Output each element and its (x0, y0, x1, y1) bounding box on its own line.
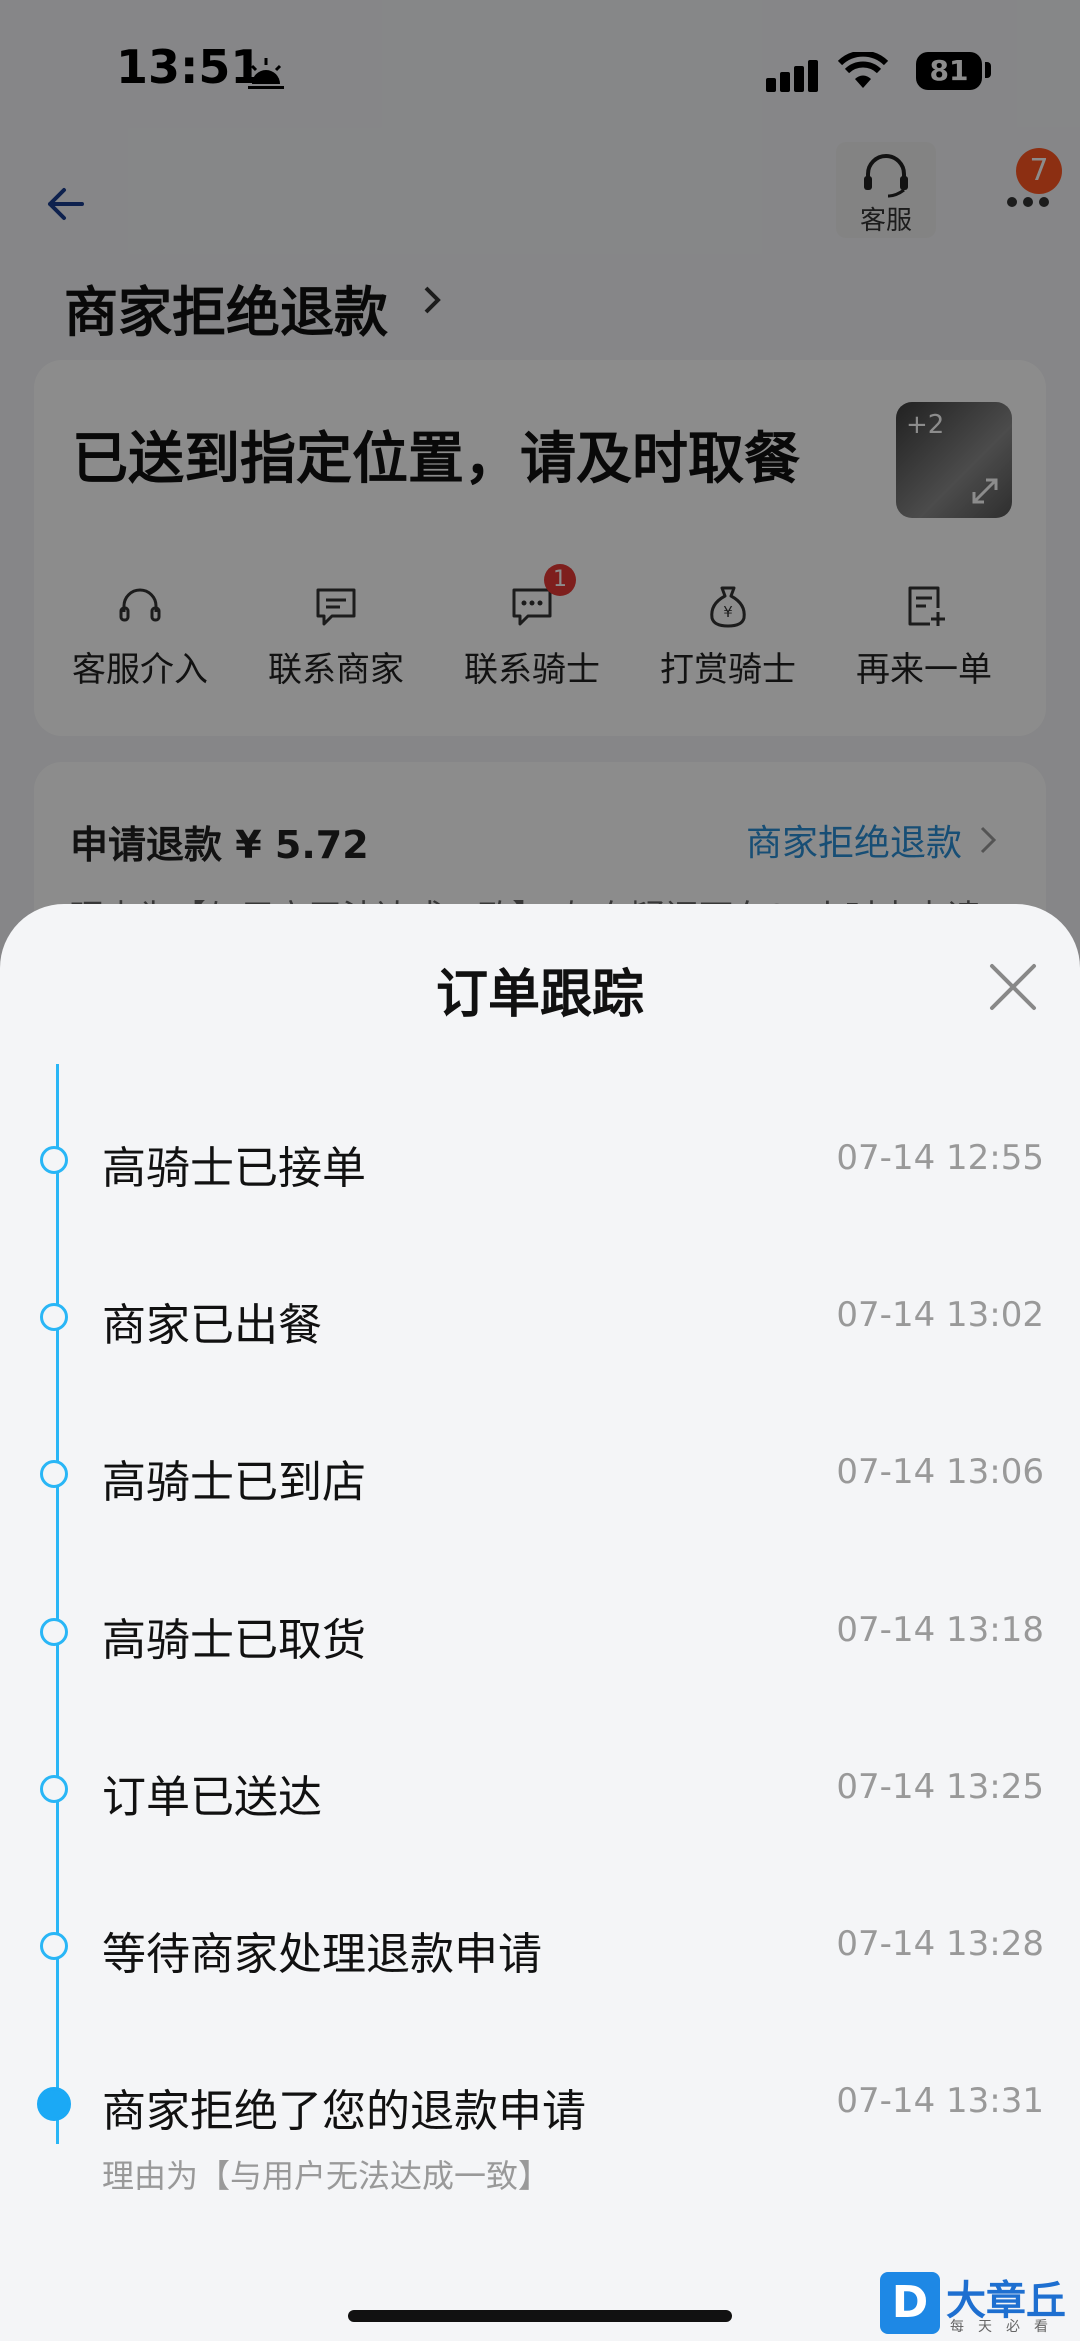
timeline-dot (40, 1460, 68, 1488)
timeline-time: 07-14 13:28 (836, 1924, 1044, 1964)
home-indicator[interactable] (348, 2310, 732, 2322)
timeline-dot (40, 1775, 68, 1803)
timeline-label: 商家已出餐 (102, 1300, 322, 1351)
timeline-label: 订单已送达 (102, 1772, 322, 1823)
timeline-item: 等待商家处理退款申请 07-14 13:28 (0, 1912, 1080, 1992)
timeline-dot (40, 1932, 68, 1960)
timeline-time: 07-14 13:31 (836, 2081, 1044, 2121)
timeline-time: 07-14 13:18 (836, 1610, 1044, 1650)
timeline-note: 理由为【与用户无法达成一致】 (102, 2157, 551, 2195)
order-tracking-sheet: 订单跟踪 高骑士已接单 07-14 12:55 商家已出餐 07-14 13:0… (0, 904, 1080, 2341)
timeline-item: 高骑士已接单 07-14 12:55 (0, 1126, 1080, 1206)
watermark-logo: D (880, 2272, 940, 2334)
timeline-dot-current (37, 2087, 71, 2121)
timeline-label: 高骑士已接单 (102, 1143, 366, 1194)
close-icon[interactable] (986, 960, 1040, 1014)
watermark-tagline: 每天必看 (950, 2319, 1062, 2335)
timeline-label: 高骑士已取货 (102, 1615, 366, 1666)
timeline-time: 07-14 13:02 (836, 1295, 1044, 1335)
sheet-title: 订单跟踪 (435, 965, 644, 1025)
timeline-label: 高骑士已到店 (102, 1457, 366, 1508)
watermark: D 大章丘 每天必看 (880, 2268, 1080, 2341)
timeline-time: 07-14 12:55 (836, 1138, 1044, 1178)
timeline-item: 商家已出餐 07-14 13:02 (0, 1283, 1080, 1363)
timeline-item: 高骑士已到店 07-14 13:06 (0, 1440, 1080, 1520)
order-detail-screen: 13:51 81 客服 7 商家拒绝退款 已送到指定位置，请及时取餐 +2 客服… (0, 0, 1080, 2341)
timeline-item-current: 商家拒绝了您的退款申请 07-14 13:31 理由为【与用户无法达成一致】 (0, 2069, 1080, 2209)
timeline-dot (40, 1303, 68, 1331)
timeline-label: 商家拒绝了您的退款申请 (102, 2086, 586, 2137)
timeline-item: 高骑士已取货 07-14 13:18 (0, 1598, 1080, 1678)
timeline-time: 07-14 13:25 (836, 1767, 1044, 1807)
timeline-time: 07-14 13:06 (836, 1452, 1044, 1492)
timeline-label: 等待商家处理退款申请 (102, 1929, 542, 1980)
timeline-dot (40, 1618, 68, 1646)
timeline-dot (40, 1146, 68, 1174)
timeline-item: 订单已送达 07-14 13:25 (0, 1755, 1080, 1835)
